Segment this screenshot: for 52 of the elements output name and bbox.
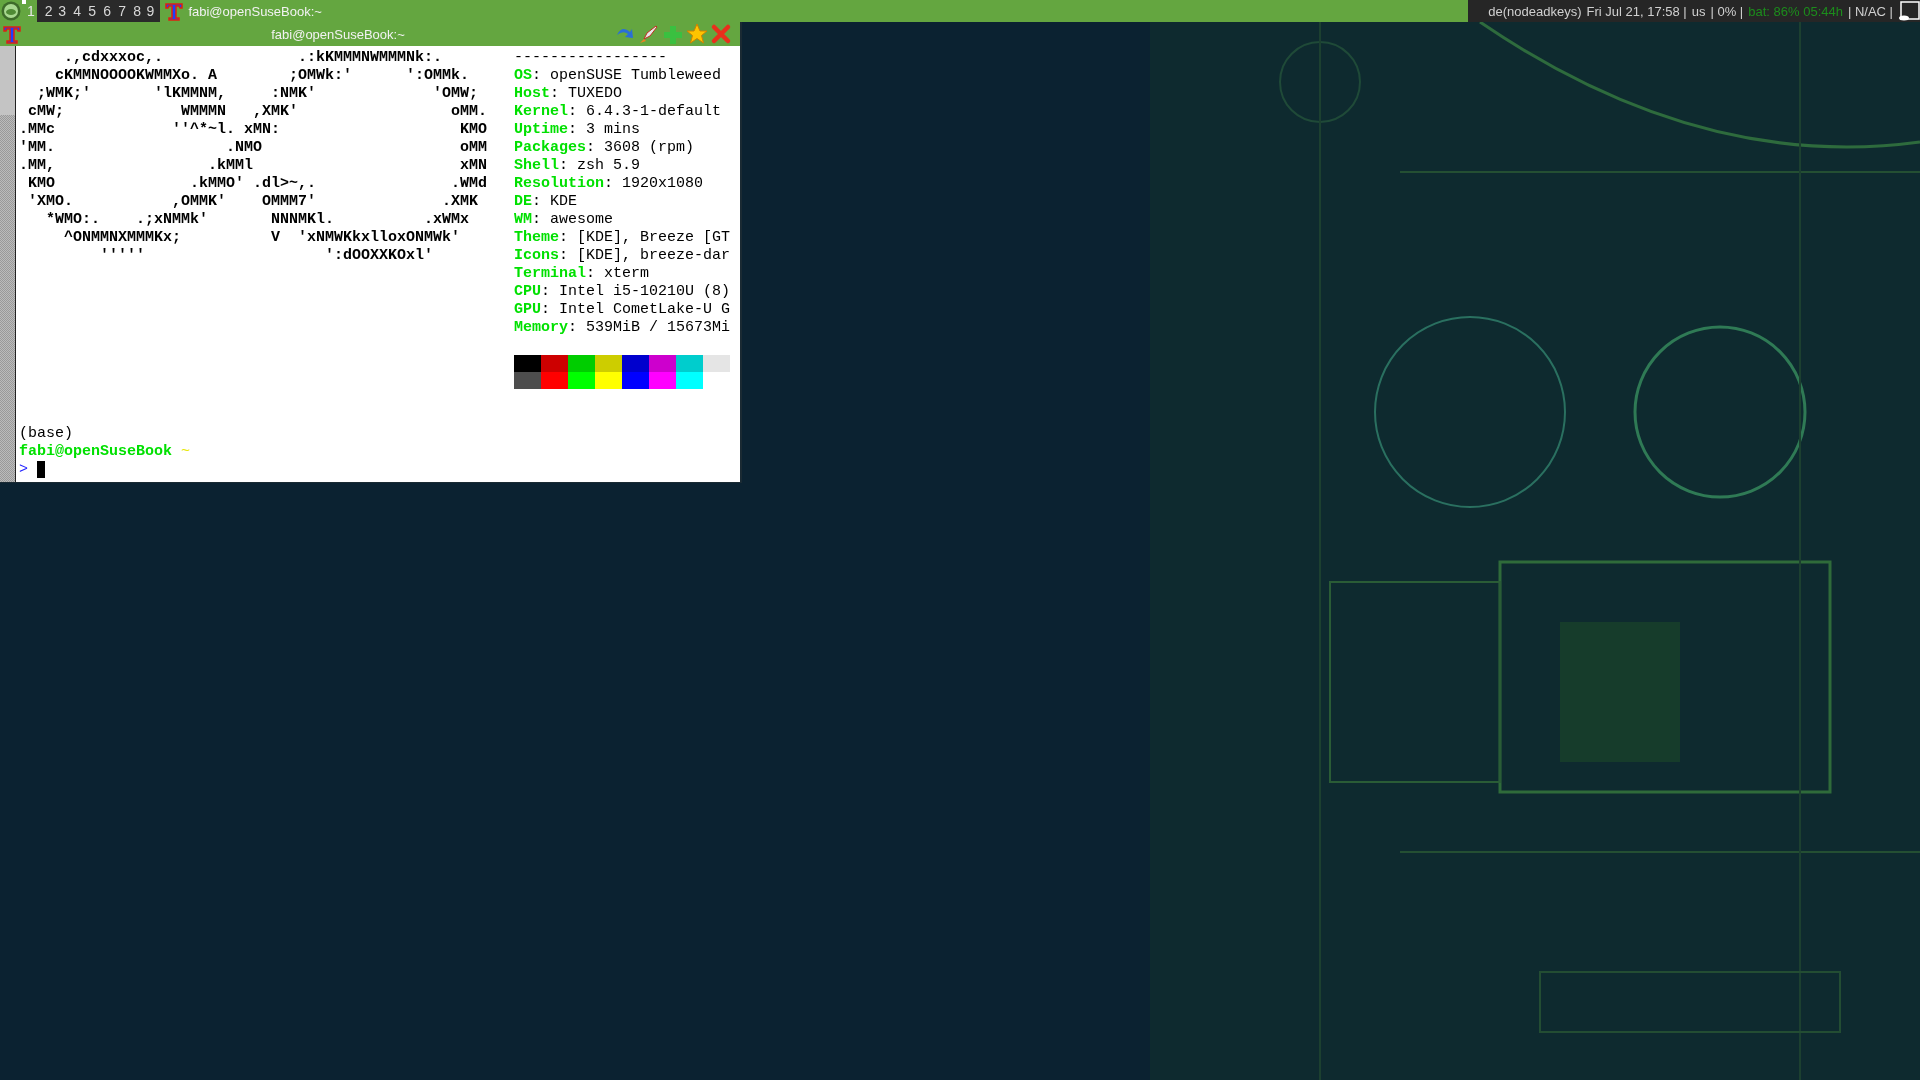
info-label: OS <box>514 67 532 84</box>
scrollbar[interactable] <box>0 46 16 482</box>
info-value: : zsh 5.9 <box>559 157 641 174</box>
info-value: : openSUSE Tumbleweed <box>532 67 722 84</box>
info-value: : 3 mins <box>568 121 641 138</box>
info-value: : awesome <box>532 211 614 228</box>
status-text: Fri Jul 21, 17:58 | <box>1586 3 1687 19</box>
info-value: : [KDE], Breeze [GT <box>559 229 731 246</box>
info-label: Theme <box>514 229 559 246</box>
status-text: us <box>1691 3 1706 19</box>
text-cursor <box>37 461 45 478</box>
tray-icon[interactable] <box>1898 1 1920 21</box>
info-label: GPU <box>514 301 541 318</box>
status-text: de(nodeadkeys) <box>1488 3 1582 19</box>
info-value: : 6.4.3-1-default <box>568 103 722 120</box>
info-value: : 1920x1080 <box>604 175 704 192</box>
info-label: CPU <box>514 283 541 300</box>
info-label: Kernel <box>514 103 568 120</box>
prompt-user: fabi@openSuseBook <box>19 443 173 461</box>
info-label: Terminal <box>514 265 586 282</box>
info-value: : xterm <box>586 265 650 282</box>
window-title: fabi@openSuseBook:~ <box>270 26 406 42</box>
battery-status: bat: 86% 05:44h <box>1748 3 1843 19</box>
info-value: : Intel i5-10210U (8) <box>541 283 731 300</box>
info-value: : Intel CometLake-U G <box>541 301 731 318</box>
info-value: : 3608 (rpm) <box>586 139 695 156</box>
info-label: Uptime <box>514 121 568 138</box>
info-label: Memory <box>514 319 568 336</box>
info-label: DE <box>514 193 532 210</box>
status-text: | N/AC | <box>1847 3 1893 19</box>
close-icon[interactable] <box>710 23 732 45</box>
info-label: Shell <box>514 157 559 174</box>
info-value: : [KDE], breeze-dar <box>559 247 731 264</box>
separator-text: ----------------- <box>514 49 669 67</box>
star-icon[interactable] <box>686 23 708 45</box>
ascii-art-logo: .,cdxxxoc,. .:kKMMMNWMMMNk:. cKMMNOOOOKWMMXo. A ;OMWk:' ':OMMk. ;WMK;' 'lKMMNM, :NMK' 'OMW; cMW; WMMMN ,XMK' oMM. .MMc ''^*~l. xMN: KMO 'MM. .NMO oMM .MM, .kMMl xMN KMO .kMMO' .dl>~,. .WMd 'XMO. ,OMMK' OMMM7' .XMK *WMO:. .;xNMMk' NNNMKl. .xWMx ^ONMMNXMMMKx; V 'xNMWKkxlloxONMWk' ''''' ':dOOXXKOxl' <box>19 49 489 266</box>
info-value: : 539MiB / 15673Mi <box>568 319 731 336</box>
prompt-symbol: > <box>19 461 28 479</box>
terminal-icon[interactable] <box>164 1 185 21</box>
info-value: : TUXEDO <box>550 85 623 102</box>
info-label: Packages <box>514 139 586 156</box>
info-label: WM <box>514 211 532 228</box>
launcher-icon[interactable] <box>1 1 21 21</box>
info-label: Icons <box>514 247 559 264</box>
info-label: Resolution <box>514 175 604 192</box>
info-value: : KDE <box>532 193 578 210</box>
scrollbar-thumb[interactable] <box>0 46 15 115</box>
prompt-directory: ~ <box>181 443 191 461</box>
info-label: Host <box>514 85 550 102</box>
output-text: (base) <box>19 425 73 443</box>
status-text: | 0% | <box>1710 3 1744 19</box>
terminal-icon[interactable] <box>2 24 22 44</box>
